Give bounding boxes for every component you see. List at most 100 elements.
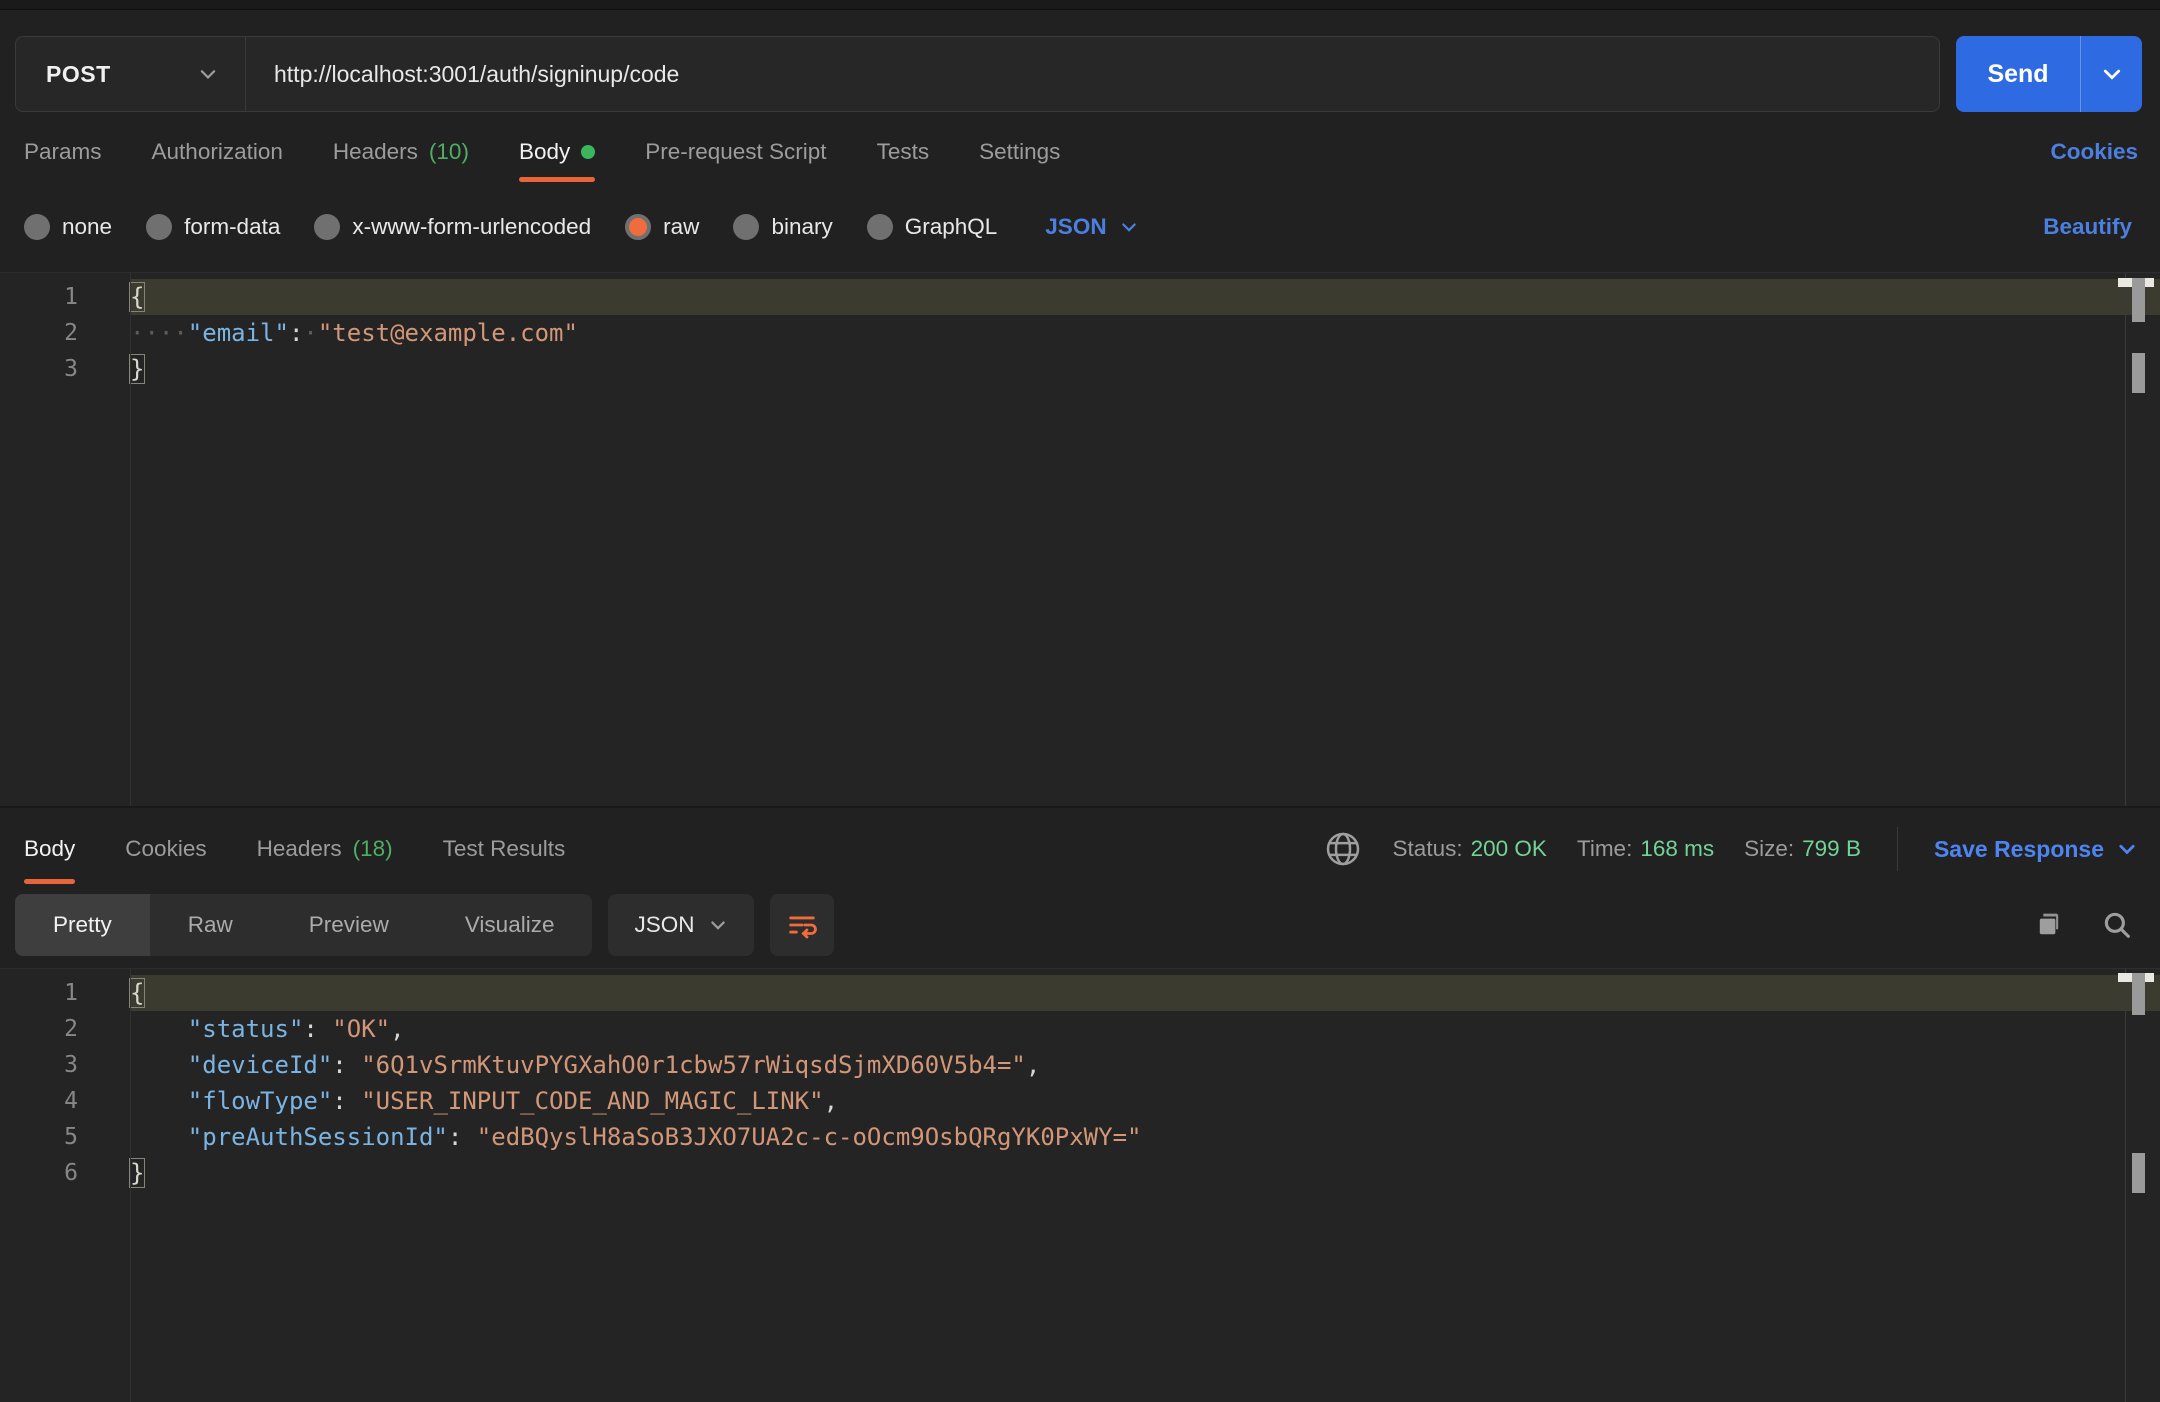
tab-label: Tests bbox=[877, 139, 930, 165]
gutter-divider bbox=[130, 969, 131, 1402]
tab-label: Params bbox=[24, 139, 102, 165]
chevron-down-icon bbox=[1119, 217, 1139, 237]
body-type-form-data[interactable]: form-data bbox=[146, 214, 280, 240]
code-text: ····"email":·"test@example.com" bbox=[130, 315, 2160, 351]
tab-headers[interactable]: Headers (18) bbox=[257, 808, 393, 890]
size-label: Size: bbox=[1744, 836, 1794, 862]
token: "status" bbox=[188, 1015, 304, 1043]
view-preview[interactable]: Preview bbox=[271, 894, 427, 956]
radio-icon bbox=[146, 214, 172, 240]
send-label: Send bbox=[1956, 36, 2080, 112]
window-top-strip bbox=[0, 0, 2160, 10]
scrollbar-thumb[interactable] bbox=[2132, 353, 2145, 393]
tab-tests[interactable]: Tests bbox=[877, 116, 930, 188]
scrollbar-track bbox=[2125, 969, 2126, 1402]
radio-label: GraphQL bbox=[905, 214, 998, 240]
language-dropdown[interactable]: JSON bbox=[1045, 214, 1138, 240]
code-text: { bbox=[130, 279, 2160, 315]
radio-icon bbox=[733, 214, 759, 240]
url-input[interactable]: http://localhost:3001/auth/signinup/code bbox=[246, 37, 1939, 111]
tab-label: Body bbox=[519, 139, 570, 165]
tab-params[interactable]: Params bbox=[24, 116, 102, 188]
line-number: 2 bbox=[0, 315, 130, 351]
scrollbar-thumb[interactable] bbox=[2132, 278, 2145, 322]
code-text: "deviceId": "6Q1vSrmKtuvPYGXahO0r1cbw57r… bbox=[130, 1047, 2160, 1083]
scrollbar-thumb[interactable] bbox=[2132, 1153, 2145, 1193]
tab-authorization[interactable]: Authorization bbox=[152, 116, 283, 188]
text-wrap-icon bbox=[785, 908, 819, 942]
search-icon[interactable] bbox=[2100, 908, 2134, 942]
tab-pre-request-script[interactable]: Pre-request Script bbox=[645, 116, 826, 188]
radio-label: x-www-form-urlencoded bbox=[352, 214, 591, 240]
view-raw[interactable]: Raw bbox=[150, 894, 271, 956]
wrap-text-button[interactable] bbox=[770, 894, 834, 956]
chevron-down-icon bbox=[2116, 838, 2138, 860]
body-type-binary[interactable]: binary bbox=[733, 214, 832, 240]
code-text: { bbox=[130, 975, 2160, 1011]
method-dropdown[interactable]: POST bbox=[16, 37, 246, 111]
send-button[interactable]: Send bbox=[1956, 36, 2142, 112]
request-tabs-row: Params Authorization Headers (10) Body Pre-re… bbox=[0, 116, 2160, 188]
tab-label: Authorization bbox=[152, 139, 283, 165]
token: : bbox=[303, 1015, 332, 1043]
radio-icon bbox=[625, 214, 651, 240]
request-body-editor[interactable]: 1{2····"email":·"test@example.com"3} bbox=[0, 272, 2160, 806]
radio-icon bbox=[314, 214, 340, 240]
code-text: } bbox=[130, 351, 2160, 387]
tab-cookies[interactable]: Cookies bbox=[125, 808, 206, 890]
token: "6Q1vSrmKtuvPYGXahO0r1cbw57rWiqsdSjmXD60… bbox=[361, 1051, 1026, 1079]
tab-body[interactable]: Body bbox=[24, 808, 75, 890]
size-meta: Size: 799 B bbox=[1744, 836, 1861, 862]
beautify-link[interactable]: Beautify bbox=[2043, 214, 2132, 240]
body-type-x-www-form-urlencoded[interactable]: x-www-form-urlencoded bbox=[314, 214, 591, 240]
tab-settings[interactable]: Settings bbox=[979, 116, 1060, 188]
tab-test-results[interactable]: Test Results bbox=[443, 808, 566, 890]
url-box: POST http://localhost:3001/auth/signinup… bbox=[15, 36, 1940, 112]
tab-label: Body bbox=[24, 836, 75, 862]
body-type-graphql[interactable]: GraphQL bbox=[867, 214, 998, 240]
response-language-label: JSON bbox=[634, 912, 694, 938]
token: , bbox=[1026, 1051, 1040, 1079]
radio-icon bbox=[867, 214, 893, 240]
token: "deviceId" bbox=[188, 1051, 333, 1079]
tab-headers[interactable]: Headers (10) bbox=[333, 116, 469, 188]
code-text: } bbox=[130, 1155, 2160, 1191]
copy-icon[interactable] bbox=[2032, 908, 2066, 942]
token: "edBQyslH8aSoB3JXO7UA2c-c-oOcm9OsbQRgYK0… bbox=[477, 1123, 1142, 1151]
send-options-button[interactable] bbox=[2080, 36, 2142, 112]
tab-count: (10) bbox=[429, 139, 469, 165]
size-value: 799 B bbox=[1802, 836, 1861, 862]
body-type-raw[interactable]: raw bbox=[625, 214, 699, 240]
token: } bbox=[129, 1158, 145, 1188]
body-type-none[interactable]: none bbox=[24, 214, 112, 240]
gutter-divider bbox=[130, 273, 131, 806]
view-visualize[interactable]: Visualize bbox=[427, 894, 593, 956]
status-label: Status: bbox=[1393, 836, 1463, 862]
tab-label: Headers bbox=[333, 139, 418, 165]
scrollbar-thumb[interactable] bbox=[2132, 973, 2145, 1015]
token: "preAuthSessionId" bbox=[188, 1123, 448, 1151]
request-url-bar: POST http://localhost:3001/auth/signinup… bbox=[0, 10, 2160, 116]
response-language-dropdown[interactable]: JSON bbox=[608, 894, 754, 956]
body-type-options: none form-data x-www-form-urlencoded raw bin… bbox=[24, 214, 1139, 240]
code-line: 3 "deviceId": "6Q1vSrmKtuvPYGXahO0r1cbw5… bbox=[0, 1047, 2160, 1083]
radio-icon bbox=[24, 214, 50, 240]
token: : bbox=[332, 1087, 361, 1115]
token bbox=[130, 1087, 188, 1115]
view-pretty[interactable]: Pretty bbox=[15, 894, 150, 956]
tab-count: (18) bbox=[353, 836, 393, 862]
token bbox=[130, 1015, 188, 1043]
token: "OK" bbox=[332, 1015, 390, 1043]
tab-body[interactable]: Body bbox=[519, 116, 595, 188]
line-number: 1 bbox=[0, 279, 130, 315]
token: { bbox=[129, 978, 145, 1008]
response-body-editor[interactable]: 1{2 "status": "OK",3 "deviceId": "6Q1vSr… bbox=[0, 968, 2160, 1402]
tab-label: Headers bbox=[257, 836, 342, 862]
response-header-row: Body Cookies Headers (18) Test Results Statu… bbox=[0, 806, 2160, 890]
response-toolbar: PrettyRawPreviewVisualize JSON bbox=[0, 890, 2160, 968]
save-response-button[interactable]: Save Response bbox=[1934, 836, 2138, 863]
chevron-down-icon bbox=[708, 915, 728, 935]
cookies-link[interactable]: Cookies bbox=[2050, 116, 2138, 188]
request-tabs: Params Authorization Headers (10) Body Pre-re… bbox=[24, 116, 1060, 188]
token: "USER_INPUT_CODE_AND_MAGIC_LINK" bbox=[361, 1087, 823, 1115]
